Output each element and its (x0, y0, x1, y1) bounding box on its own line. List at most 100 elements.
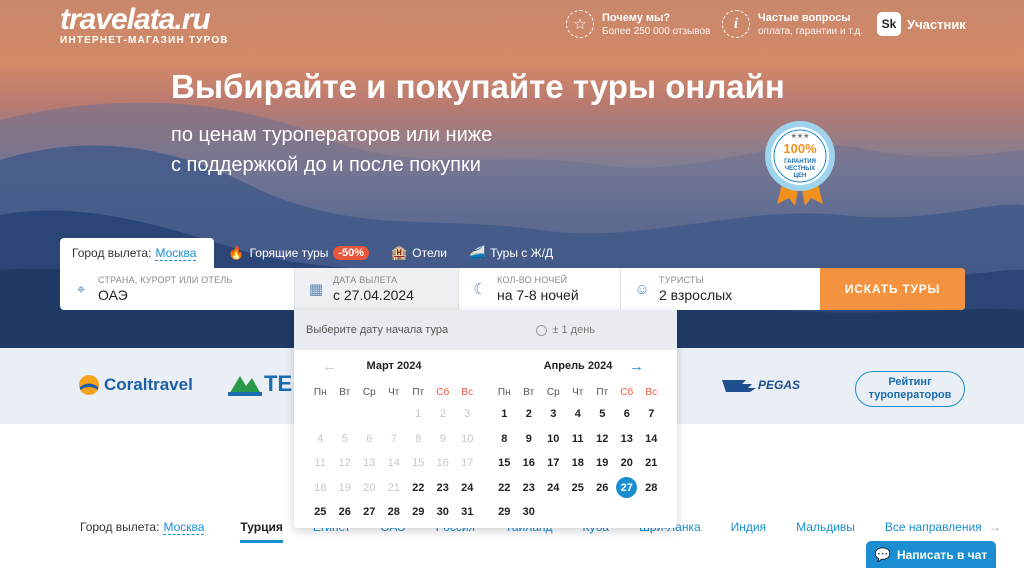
calendar-day: 21 (387, 481, 400, 494)
price-guarantee-badge: ★★★ 100% ГАРАНТИЯ ЧЕСТНЫХ ЦЕН (765, 121, 835, 206)
skolkovo-member-link[interactable]: Sk Участник (877, 12, 966, 36)
operator-tez[interactable]: TE (228, 370, 292, 398)
calendar-day[interactable]: 10 (541, 427, 566, 452)
tab-rail-tours[interactable]: 🚄 Туры с Ж/Д (469, 245, 553, 261)
calendar-day[interactable]: 26 (590, 476, 615, 501)
calendar-day[interactable]: 25 (308, 500, 333, 525)
tourists-field[interactable]: ☺ ТУРИСТЫ 2 взрослых (621, 268, 820, 310)
date-label: ДАТА ВЫЛЕТА (333, 275, 398, 285)
calendar-day: 5 (341, 432, 348, 445)
empty-cell (308, 402, 333, 427)
user-icon: ☺ (634, 280, 650, 298)
prev-month-icon[interactable]: ← (322, 358, 337, 375)
calendar-day[interactable]: 11 (566, 427, 591, 452)
calendar-day[interactable]: 24 (455, 476, 480, 501)
badge-line3: ЦЕН (794, 173, 807, 179)
why-us-link[interactable]: ☆ Почему мы? Более 250 000 отзывов (566, 10, 710, 38)
calendar-day[interactable]: 5 (590, 402, 615, 427)
date-picker: Выберите дату начала тура ± 1 день ← Мар… (294, 310, 677, 528)
calendar-day[interactable]: 4 (566, 402, 591, 427)
calendar-day: 4 (317, 432, 324, 445)
chat-button[interactable]: 💬 Написать в чат (866, 541, 996, 568)
calendar-day[interactable]: 15 (492, 451, 517, 476)
calendar-day[interactable]: 28 (639, 476, 664, 501)
search-tours-button[interactable]: ИСКАТЬ ТУРЫ (820, 268, 965, 310)
weekday-label: Вс (461, 386, 474, 398)
calendar-day: 2 (439, 408, 446, 421)
nights-value: на 7-8 ночей (497, 287, 579, 303)
dest-india[interactable]: Индия (731, 520, 766, 534)
calendar-day[interactable]: 7 (639, 402, 664, 427)
calendar-day[interactable]: 18 (566, 451, 591, 476)
rating-line2: туроператоров (868, 389, 952, 401)
destination-label: СТРАНА, КУРОРТ ИЛИ ОТЕЛЬ (98, 275, 233, 285)
calendar-day[interactable]: 27 (357, 500, 382, 525)
calendar-day[interactable]: 31 (455, 500, 480, 525)
next-month-icon[interactable]: → (629, 358, 644, 375)
weekday-label: Пт (596, 386, 609, 398)
calendar-day[interactable]: 25 (566, 476, 591, 501)
calendar-day[interactable]: 27 (615, 476, 640, 501)
dest-turkey[interactable]: Турция (240, 520, 283, 543)
calendar-day[interactable]: 28 (382, 500, 407, 525)
tab-hotels[interactable]: 🏨 Отели (391, 245, 447, 261)
dest-all-link[interactable]: Все направления → (885, 520, 1001, 534)
calendar-day[interactable]: 19 (590, 451, 615, 476)
calendar-day[interactable]: 21 (639, 451, 664, 476)
rating-line1: Рейтинг (888, 376, 932, 388)
calendar-day[interactable]: 30 (517, 500, 542, 525)
calendar-day[interactable]: 20 (615, 451, 640, 476)
calendar-day[interactable]: 22 (492, 476, 517, 501)
calendar-day[interactable]: 8 (492, 427, 517, 452)
calendar-day[interactable]: 17 (541, 451, 566, 476)
date-field[interactable]: ▦ ДАТА ВЫЛЕТА с 27.04.2024 (295, 268, 459, 310)
weekday-label: Сб (436, 386, 450, 398)
faq-link[interactable]: i Частые вопросы оплата, гарантии и т.д. (722, 10, 863, 38)
calendar-day[interactable]: 23 (431, 476, 456, 501)
calendar-day: 15 (412, 457, 425, 470)
logo-text: travelata.ru (60, 3, 211, 36)
destination-field[interactable]: ⌖ СТРАНА, КУРОРТ ИЛИ ОТЕЛЬ ОАЭ (60, 268, 295, 310)
calendar-day[interactable]: 14 (639, 427, 664, 452)
weekday-label: Пн (313, 386, 327, 398)
operators-rating-button[interactable]: Рейтинг туроператоров (855, 371, 965, 407)
calendar-day[interactable]: 16 (517, 451, 542, 476)
calendar-day[interactable]: 13 (615, 427, 640, 452)
flex-dates-label: ± 1 день (552, 324, 595, 336)
operator-coral[interactable]: Coraltravel (78, 374, 193, 396)
dest-maldives[interactable]: Мальдивы (796, 520, 855, 534)
calendar-day: 12 (338, 457, 351, 470)
operator-pegas[interactable]: PEGAS (722, 377, 800, 393)
rail-tours-label: Туры с Ж/Д (490, 246, 554, 260)
calendar-day[interactable]: 2 (517, 402, 542, 427)
calendar-day[interactable]: 24 (541, 476, 566, 501)
why-us-title: Почему мы? (602, 11, 671, 24)
flex-dates-toggle[interactable]: ± 1 день (536, 324, 595, 336)
calendar-day[interactable]: 29 (492, 500, 517, 525)
hero-subtitle-line2: с поддержкой до и после покупки (171, 154, 481, 176)
tab-hot-tours[interactable]: 🔥 Горящие туры -50% (228, 245, 370, 261)
calendar-day: 16 (436, 457, 449, 470)
calendar-day[interactable]: 9 (517, 427, 542, 452)
date-value: с 27.04.2024 (333, 287, 414, 303)
hotel-icon: 🏨 (391, 245, 408, 260)
coral-logo-text: Coraltravel (104, 375, 193, 394)
calendar-day[interactable]: 6 (615, 402, 640, 427)
logo[interactable]: travelata.ru ИНТЕРНЕТ-МАГАЗИН ТУРОВ (60, 3, 229, 47)
calendar-day[interactable]: 26 (333, 500, 358, 525)
fire-icon: 🔥 (228, 245, 245, 260)
calendar-day[interactable]: 12 (590, 427, 615, 452)
calendar-day[interactable]: 22 (406, 476, 431, 501)
weekday-label: Пн (497, 386, 511, 398)
calendar-day[interactable]: 30 (431, 500, 456, 525)
calendar-day[interactable]: 3 (541, 402, 566, 427)
departure-city-select[interactable]: Москва (155, 246, 197, 261)
calendar-day[interactable]: 1 (492, 402, 517, 427)
dest-city-select[interactable]: Москва (163, 520, 205, 535)
weekday-label: Сб (620, 386, 634, 398)
departure-city-tab[interactable]: Город вылета: Москва (60, 238, 215, 268)
pegas-logo-icon (722, 380, 756, 392)
calendar-day[interactable]: 29 (406, 500, 431, 525)
calendar-day[interactable]: 23 (517, 476, 542, 501)
nights-field[interactable]: ☾ КОЛ-ВО НОЧЕЙ на 7-8 ночей (459, 268, 621, 310)
